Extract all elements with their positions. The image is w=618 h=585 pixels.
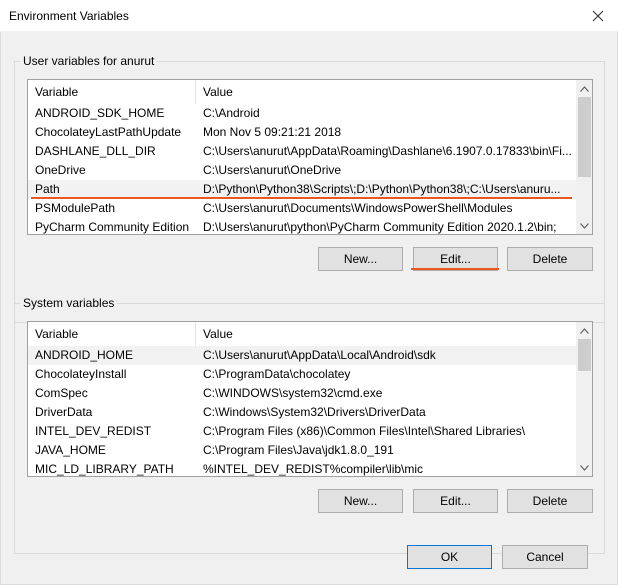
path-row-annotation xyxy=(31,197,572,199)
variable-cell: ComSpec xyxy=(35,386,88,400)
value-cell: C:\Program Files\Java\jdk1.8.0_191 xyxy=(203,443,394,457)
list-body: ANDROID_HOME C:\Users\anurut\AppData\Loca… xyxy=(28,346,576,476)
table-row[interactable]: ChocolateyInstall C:\ProgramData\chocolat… xyxy=(28,365,576,384)
table-row[interactable]: PSModulePath C:\Users\anurut\Documents\Wi… xyxy=(28,199,576,218)
value-cell: %INTEL_DEV_REDIST%compiler\lib\mic xyxy=(203,462,424,476)
close-icon xyxy=(592,10,604,22)
table-row[interactable]: DriverData C:\Windows\System32\Drivers\Dr… xyxy=(28,403,576,422)
value-cell: D:\Users\anurut\python\PyCharm Community… xyxy=(203,220,557,234)
table-row[interactable]: INTEL_DEV_REDIST C:\Program Files (x86)\C… xyxy=(28,422,576,441)
column-header-value[interactable]: Value xyxy=(196,80,576,104)
ok-button[interactable]: OK xyxy=(407,545,492,569)
system-list-scrollbar[interactable] xyxy=(576,322,592,476)
list-header: Variable Value xyxy=(28,80,576,104)
scroll-down-button[interactable] xyxy=(576,459,592,476)
table-row[interactable]: ChocolateyLastPathUpdate Mon Nov 5 09:21:… xyxy=(28,123,576,142)
scroll-thumb[interactable] xyxy=(578,97,591,177)
value-cell: C:\Users\anurut\AppData\Roaming\Dashlane… xyxy=(203,144,572,158)
value-cell: Mon Nov 5 09:21:21 2018 xyxy=(203,125,342,139)
arrow-up-icon xyxy=(580,85,589,92)
value-cell: C:\Windows\System32\Drivers\DriverData xyxy=(203,405,426,419)
table-row[interactable]: PyCharm Community Edition D:\Users\anurut… xyxy=(28,218,576,234)
system-variables-list[interactable]: Variable Value ANDROID_HOME C:\Users\anur… xyxy=(27,321,593,477)
column-header-variable[interactable]: Variable xyxy=(28,322,196,346)
variable-cell: ChocolateyInstall xyxy=(35,367,127,381)
column-header-value[interactable]: Value xyxy=(196,322,576,346)
system-edit-button[interactable]: Edit... xyxy=(413,489,498,513)
dialog-body: User variables for anurut Variable Value… xyxy=(0,32,618,585)
value-cell: C:\ProgramData\chocolatey xyxy=(203,367,351,381)
value-cell: C:\Program Files (x86)\Common Files\Inte… xyxy=(203,424,526,438)
value-cell: C:\Android xyxy=(203,106,260,120)
arrow-down-icon xyxy=(580,464,589,471)
variable-cell: MIC_LD_LIBRARY_PATH xyxy=(35,462,174,476)
system-variables-label: System variables xyxy=(20,296,118,310)
variable-cell: ANDROID_HOME xyxy=(35,348,134,362)
table-row[interactable]: JAVA_HOME C:\Program Files\Java\jdk1.8.0_… xyxy=(28,441,576,460)
value-cell: C:\Users\anurut\OneDrive xyxy=(203,163,342,177)
variable-cell: PSModulePath xyxy=(35,201,116,215)
system-new-button[interactable]: New... xyxy=(318,489,403,513)
value-cell: C:\Users\anurut\Documents\WindowsPowerSh… xyxy=(203,201,513,215)
arrow-up-icon xyxy=(580,327,589,334)
variable-cell: INTEL_DEV_REDIST xyxy=(35,424,152,438)
window-title: Environment Variables xyxy=(9,9,129,23)
scroll-down-button[interactable] xyxy=(576,217,592,234)
cancel-button[interactable]: Cancel xyxy=(502,545,588,569)
variable-cell: OneDrive xyxy=(35,163,86,177)
scroll-up-button[interactable] xyxy=(576,322,592,339)
column-header-variable[interactable]: Variable xyxy=(28,80,196,104)
scroll-up-button[interactable] xyxy=(576,80,592,97)
user-variables-label: User variables for anurut xyxy=(20,54,158,68)
list-header: Variable Value xyxy=(28,322,576,346)
user-variables-list[interactable]: Variable Value ANDROID_SDK_HOME C:\Androi… xyxy=(27,79,593,235)
edit-button-annotation xyxy=(411,268,499,270)
variable-cell: JAVA_HOME xyxy=(35,443,106,457)
table-row[interactable]: MIC_LD_LIBRARY_PATH %INTEL_DEV_REDIST%com… xyxy=(28,460,576,476)
variable-cell: ChocolateyLastPathUpdate xyxy=(35,125,182,139)
table-row[interactable]: DASHLANE_DLL_DIR C:\Users\anurut\AppData\… xyxy=(28,142,576,161)
scroll-thumb[interactable] xyxy=(578,339,591,371)
arrow-down-icon xyxy=(580,222,589,229)
title-bar: Environment Variables xyxy=(0,0,618,32)
variable-cell: DriverData xyxy=(35,405,93,419)
value-cell: C:\Users\anurut\AppData\Local\Android\sd… xyxy=(203,348,436,362)
variable-cell: DASHLANE_DLL_DIR xyxy=(35,144,156,158)
user-new-button[interactable]: New... xyxy=(318,247,403,271)
table-row[interactable]: ANDROID_HOME C:\Users\anurut\AppData\Loca… xyxy=(28,346,576,365)
close-button[interactable] xyxy=(578,0,618,32)
table-row[interactable]: ComSpec C:\WINDOWS\system32\cmd.exe xyxy=(28,384,576,403)
user-list-scrollbar[interactable] xyxy=(576,80,592,234)
list-body: ANDROID_SDK_HOME C:\Android ChocolateyLast… xyxy=(28,104,576,234)
value-cell: C:\WINDOWS\system32\cmd.exe xyxy=(203,386,383,400)
user-delete-button[interactable]: Delete xyxy=(507,247,593,271)
variable-cell: PyCharm Community Edition xyxy=(35,220,190,234)
table-row[interactable]: OneDrive C:\Users\anurut\OneDrive xyxy=(28,161,576,180)
system-delete-button[interactable]: Delete xyxy=(507,489,593,513)
table-row[interactable]: ANDROID_SDK_HOME C:\Android xyxy=(28,104,576,123)
variable-cell: ANDROID_SDK_HOME xyxy=(35,106,165,120)
